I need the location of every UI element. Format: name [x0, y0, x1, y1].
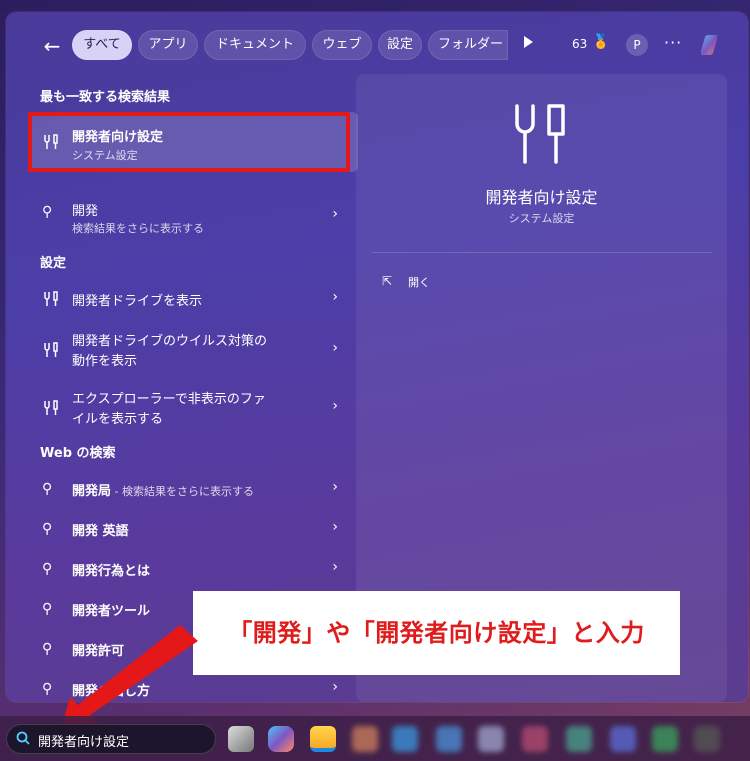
search-more-item[interactable]: ⚲ 開発 検索結果をさらに表示する ›: [28, 194, 358, 240]
web-item[interactable]: ⚲ 開発局 - 検索結果をさらに表示する ›: [28, 474, 358, 504]
chevron-right-icon: ›: [332, 479, 338, 495]
rewards-points: 63: [572, 37, 588, 51]
file-explorer-icon[interactable]: [310, 726, 336, 752]
search-icon: ⚲: [42, 481, 53, 497]
web-item-bold: 開発 英語: [72, 524, 129, 539]
annotation-callout: 「開発」や「開発者向け設定」と入力: [193, 591, 680, 675]
chevron-right-icon: ›: [332, 289, 338, 305]
copilot-taskbar-icon[interactable]: [268, 726, 294, 752]
detail-subtitle: システム設定: [508, 212, 575, 225]
taskbar-app-icon[interactable]: [566, 726, 592, 752]
taskbar-app-icon[interactable]: [694, 726, 720, 752]
taskbar-app-icon[interactable]: [610, 726, 636, 752]
search-icon: ⚲: [42, 204, 53, 220]
back-arrow-icon[interactable]: ←: [40, 34, 64, 58]
copilot-icon[interactable]: [695, 31, 723, 59]
settings-item-label-2: イルを表示する: [72, 412, 164, 427]
taskbar-app-icon[interactable]: [436, 726, 462, 752]
taskbar-app-icon[interactable]: [392, 726, 418, 752]
web-item-bold: 開発行為とは: [72, 564, 151, 579]
search-icon: [16, 731, 30, 745]
chevron-right-icon: ›: [332, 559, 338, 575]
settings-heading: 設定: [40, 256, 67, 271]
settings-item[interactable]: 開発者ドライブのウイルス対策の 動作を表示 ›: [28, 328, 358, 372]
chevron-right-icon: ›: [332, 398, 338, 414]
taskbar-app-icon[interactable]: [522, 726, 548, 752]
task-view-icon[interactable]: [228, 726, 254, 752]
settings-item-label: 開発者ドライブのウイルス対策の: [72, 334, 268, 349]
red-highlight-box: [28, 112, 350, 172]
chevron-right-icon: ›: [332, 206, 338, 222]
tab-all[interactable]: すべて: [72, 30, 132, 60]
search-more-subtitle: 検索結果をさらに表示する: [72, 222, 204, 235]
tab-settings[interactable]: 設定: [378, 30, 422, 60]
taskbar-app-icon[interactable]: [478, 726, 504, 752]
best-match-item[interactable]: 開発者向け設定 システム設定: [28, 112, 358, 172]
open-action[interactable]: 開く: [408, 274, 430, 290]
search-icon: ⚲: [42, 561, 53, 577]
settings-item-label: 開発者ドライブを表示: [72, 294, 203, 309]
open-external-icon[interactable]: ⇱: [382, 274, 392, 288]
tools-icon: [44, 400, 58, 415]
detail-title: 開発者向け設定: [485, 188, 598, 207]
search-filter-bar: ← すべて アプリ ドキュメント ウェブ 設定 フォルダー 63 🏅 P ···: [6, 30, 748, 62]
chevron-right-icon: ›: [332, 679, 338, 695]
web-item[interactable]: ⚲ 開発行為とは ›: [28, 554, 358, 584]
divider: [372, 252, 712, 253]
tools-icon: [44, 342, 58, 357]
settings-item-label-2: 動作を表示: [72, 354, 138, 369]
search-icon: ⚲: [42, 521, 53, 537]
tab-apps[interactable]: アプリ: [138, 30, 198, 60]
web-search-heading: Web の検索: [40, 446, 116, 461]
tools-icon: [44, 291, 58, 306]
tab-documents[interactable]: ドキュメント: [204, 30, 306, 60]
taskbar-app-icon[interactable]: [652, 726, 678, 752]
best-match-heading: 最も一致する検索結果: [40, 90, 171, 105]
chevron-right-icon: ›: [332, 340, 338, 356]
chevron-right-icon: ›: [332, 519, 338, 535]
tools-icon: [515, 104, 565, 164]
scroll-tabs-right-icon[interactable]: [524, 36, 533, 48]
taskbar-app-icon[interactable]: [352, 726, 378, 752]
web-item[interactable]: ⚲ 開発 英語 ›: [28, 514, 358, 544]
settings-item[interactable]: 開発者ドライブを表示 ›: [28, 284, 358, 314]
taskbar: [0, 716, 750, 761]
web-item-bold: 開発局: [72, 484, 112, 499]
tab-folders[interactable]: フォルダー: [428, 30, 508, 60]
tab-web[interactable]: ウェブ: [312, 30, 372, 60]
web-item-rest: - 検索結果をさらに表示する: [111, 485, 254, 498]
settings-item[interactable]: エクスプローラーで非表示のファ イルを表示する ›: [28, 386, 358, 430]
annotation-text: 「開発」や「開発者向け設定」と入力: [228, 619, 645, 647]
settings-item-label: エクスプローラーで非表示のファ: [72, 392, 266, 407]
taskbar-search-box[interactable]: [6, 724, 216, 754]
medal-icon[interactable]: 🏅: [592, 34, 609, 50]
avatar[interactable]: P: [626, 34, 648, 56]
taskbar-search-input[interactable]: [36, 728, 210, 752]
search-more-title: 開発: [72, 204, 99, 219]
more-options-icon[interactable]: ···: [664, 33, 682, 52]
